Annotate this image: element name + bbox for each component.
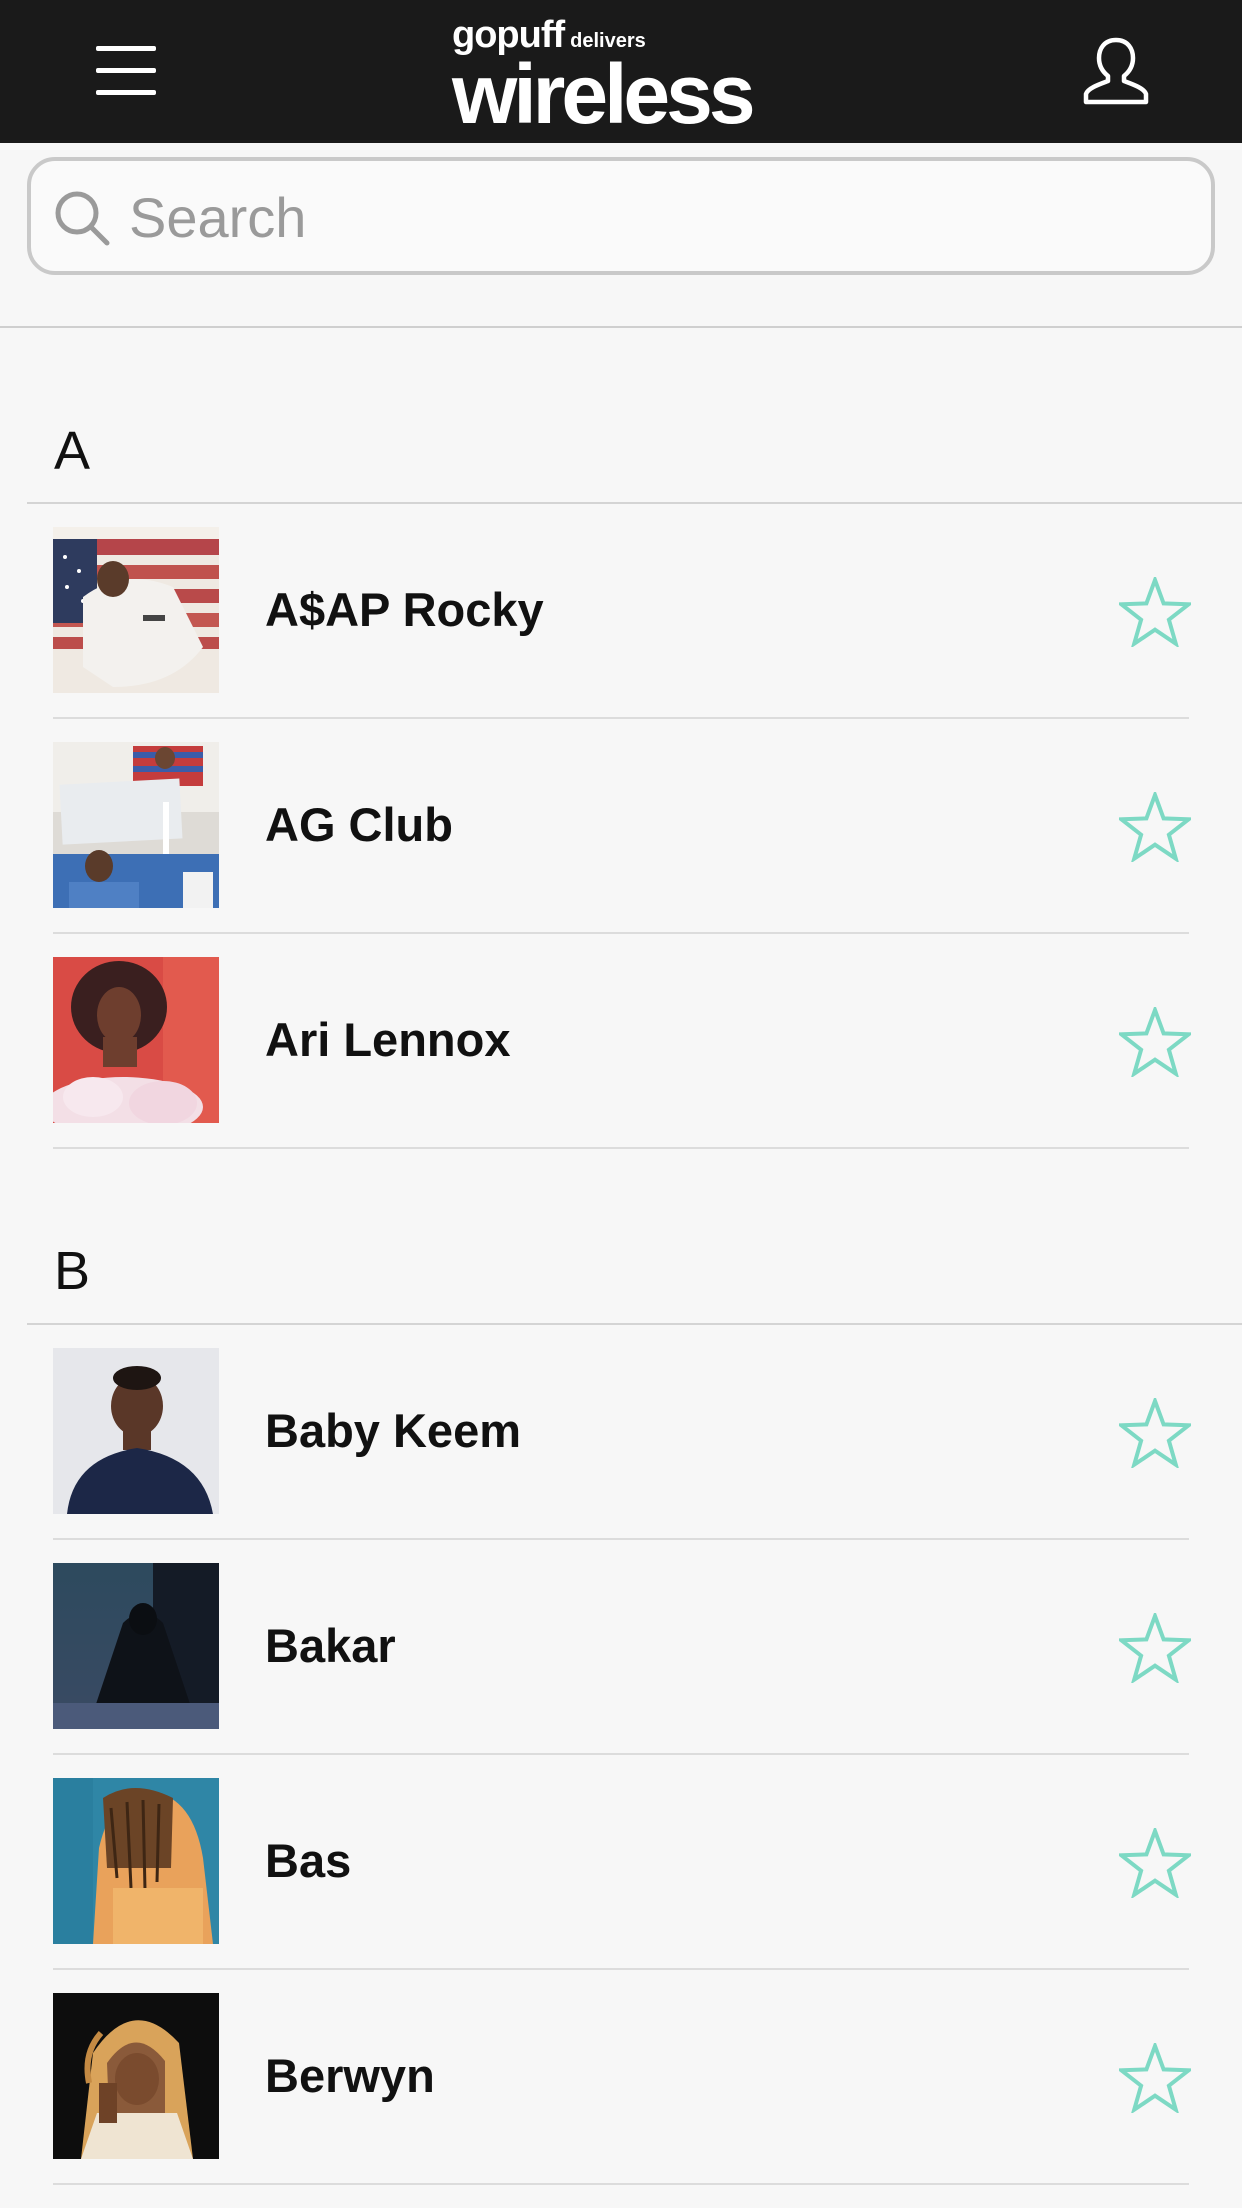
artist-photo-asap-rocky <box>53 527 219 693</box>
star-outline-icon[interactable] <box>1115 1004 1195 1079</box>
artist-row-ag-club[interactable]: AG Club <box>53 719 1195 934</box>
star-outline-icon[interactable] <box>1115 789 1195 864</box>
section-header-a: A <box>54 421 91 481</box>
star-outline-icon[interactable] <box>1115 574 1195 649</box>
star-outline-icon[interactable] <box>1115 1395 1195 1470</box>
artist-name: AG Club <box>265 798 453 851</box>
artist-name: Baby Keem <box>265 1404 521 1457</box>
section-header-b: B <box>54 1241 91 1301</box>
star-outline-icon[interactable] <box>1115 1610 1195 1685</box>
artist-name: Bas <box>265 1834 352 1887</box>
user-profile-icon[interactable] <box>1082 36 1150 106</box>
star-outline-icon[interactable] <box>1115 1825 1195 1900</box>
app-logo: gopuff delivers wireless <box>452 14 792 136</box>
artist-row-asap-rocky[interactable]: A$AP Rocky <box>53 504 1195 719</box>
artist-name: Berwyn <box>265 2049 435 2102</box>
hamburger-menu-icon[interactable] <box>96 40 156 100</box>
divider <box>0 326 1242 328</box>
artist-row-bas[interactable]: Bas <box>53 1755 1195 1970</box>
artist-row-berwyn[interactable]: Berwyn <box>53 1970 1195 2185</box>
search-input[interactable] <box>129 179 1189 255</box>
top-bar: gopuff delivers wireless <box>0 0 1242 143</box>
artist-name: Ari Lennox <box>265 1013 511 1066</box>
artist-photo-ari-lennox <box>53 957 219 1123</box>
artist-photo-berwyn <box>53 1993 219 2159</box>
artist-photo-ag-club <box>53 742 219 908</box>
search-bar[interactable] <box>27 157 1215 275</box>
artist-row-ari-lennox[interactable]: Ari Lennox <box>53 934 1195 1149</box>
artist-name: Bakar <box>265 1619 396 1672</box>
artist-photo-baby-keem <box>53 1348 219 1514</box>
search-icon <box>53 189 111 247</box>
artist-photo-bakar <box>53 1563 219 1729</box>
app-root: gopuffdelivers wireless A <box>0 0 1242 2208</box>
logo-event-name: wireless <box>452 47 756 141</box>
artist-photo-bas <box>53 1778 219 1944</box>
artist-row-baby-keem[interactable]: Baby Keem <box>53 1325 1195 1540</box>
artist-row-bakar[interactable]: Bakar <box>53 1540 1195 1755</box>
star-outline-icon[interactable] <box>1115 2040 1195 2115</box>
artist-name: A$AP Rocky <box>265 583 544 636</box>
